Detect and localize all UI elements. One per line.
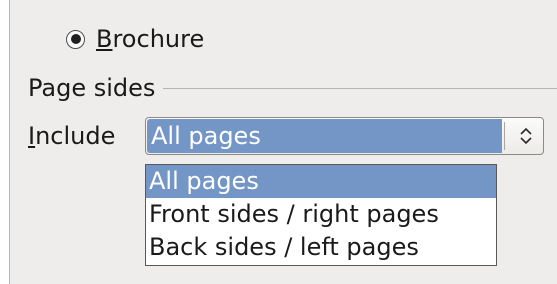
- include-dropdown-list[interactable]: All pages Front sides / right pages Back…: [145, 164, 497, 266]
- dropdown-option-all-pages[interactable]: All pages: [146, 165, 496, 198]
- brochure-radio-option[interactable]: Brochure: [66, 22, 204, 56]
- include-label: Include: [28, 121, 115, 151]
- page-sides-section-header: Page sides: [28, 72, 557, 104]
- brochure-label-accelerator: B: [96, 25, 113, 53]
- include-label-row: Include: [28, 119, 115, 153]
- dropdown-option-back-sides[interactable]: Back sides / left pages: [146, 231, 496, 264]
- updown-arrows-icon[interactable]: [519, 126, 533, 146]
- section-divider: [163, 87, 557, 89]
- include-combobox-value[interactable]: All pages: [147, 119, 502, 153]
- brochure-label[interactable]: Brochure: [96, 24, 204, 54]
- brochure-label-rest: rochure: [112, 25, 205, 53]
- radio-dot: [70, 34, 81, 44]
- page-sides-heading: Page sides: [28, 74, 156, 102]
- dropdown-option-front-sides[interactable]: Front sides / right pages: [146, 198, 496, 231]
- include-combobox[interactable]: All pages: [145, 117, 544, 155]
- include-label-rest: nclude: [35, 122, 116, 150]
- combobox-separator: [504, 122, 505, 150]
- radio-selected-icon[interactable]: [66, 29, 85, 49]
